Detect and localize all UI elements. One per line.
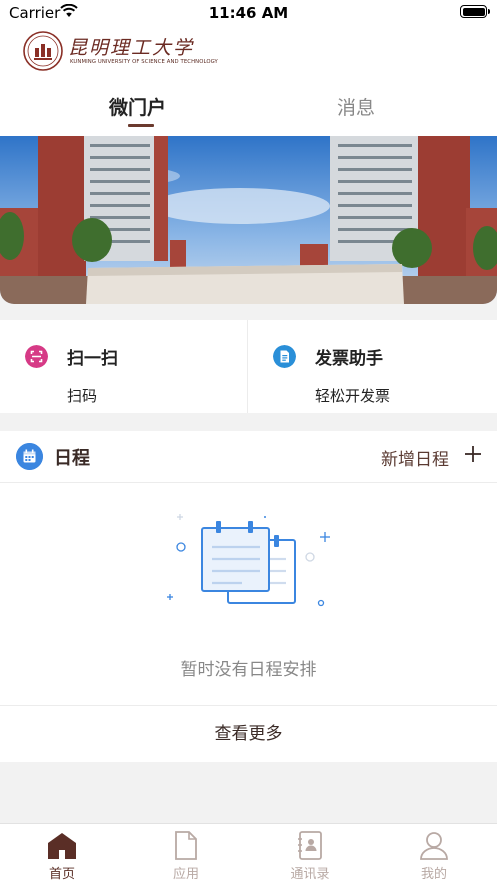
battery-icon: [460, 5, 490, 18]
tab-apps-label: 应用: [172, 867, 199, 882]
calendar-icon: [16, 443, 43, 470]
active-tab-indicator: [128, 124, 154, 127]
quick-actions: 扫一扫 扫码 发票助手 轻松开发票: [0, 320, 497, 413]
schedule-title: 日程: [54, 448, 90, 469]
tab-contacts-label: 通讯录: [290, 867, 330, 882]
campus-banner-image: [0, 136, 497, 304]
contacts-icon: [298, 831, 322, 860]
scan-icon: [25, 345, 48, 368]
scan-title: 扫一扫: [67, 349, 118, 369]
empty-schedule-illustration: [167, 514, 330, 607]
tab-portal[interactable]: 微门户: [109, 93, 166, 120]
plus-icon[interactable]: [464, 445, 482, 463]
home-icon: [48, 833, 76, 859]
add-schedule-button[interactable]: 新增日程: [381, 445, 449, 470]
view-more-button[interactable]: 查看更多: [0, 706, 497, 762]
empty-schedule-message: 暂时没有日程安排: [180, 660, 317, 680]
university-name-cn: 昆明理工大学: [68, 37, 195, 59]
tab-messages[interactable]: 消息: [337, 93, 375, 120]
schedule-section: 日程 新增日程 暂时没有日程安排 查看更多: [0, 431, 497, 762]
schedule-header: 日程 新增日程: [0, 431, 497, 483]
scan-subtitle: 扫码: [67, 387, 98, 405]
university-seal-logo: [23, 31, 63, 71]
invoice-subtitle: 轻松开发票: [315, 387, 391, 405]
clock: 11:46 AM: [208, 4, 289, 22]
invoice-title: 发票助手: [315, 349, 383, 369]
invoice-icon: [273, 345, 296, 368]
invoice-card[interactable]: 发票助手 轻松开发票: [248, 320, 495, 413]
tab-contacts[interactable]: 通讯录: [248, 824, 372, 883]
status-bar: Carrier 11:46 AM: [0, 0, 497, 26]
tab-home-label: 首页: [48, 867, 75, 882]
scan-card[interactable]: 扫一扫 扫码: [0, 320, 247, 413]
document-icon: [175, 831, 197, 860]
header: 昆明理工大学 KUNMING UNIVERSITY OF SCIENCE AND…: [0, 26, 497, 136]
tab-profile-label: 我的: [420, 867, 447, 882]
university-name-en: KUNMING UNIVERSITY OF SCIENCE AND TECHNO…: [70, 59, 218, 65]
tab-profile[interactable]: 我的: [372, 824, 496, 883]
bottom-tab-bar: 首页 应用 通讯录 我的: [0, 823, 497, 883]
campus-banner[interactable]: [0, 136, 497, 304]
tab-home[interactable]: 首页: [0, 824, 124, 883]
tab-apps[interactable]: 应用: [124, 824, 248, 883]
user-icon: [420, 832, 448, 860]
